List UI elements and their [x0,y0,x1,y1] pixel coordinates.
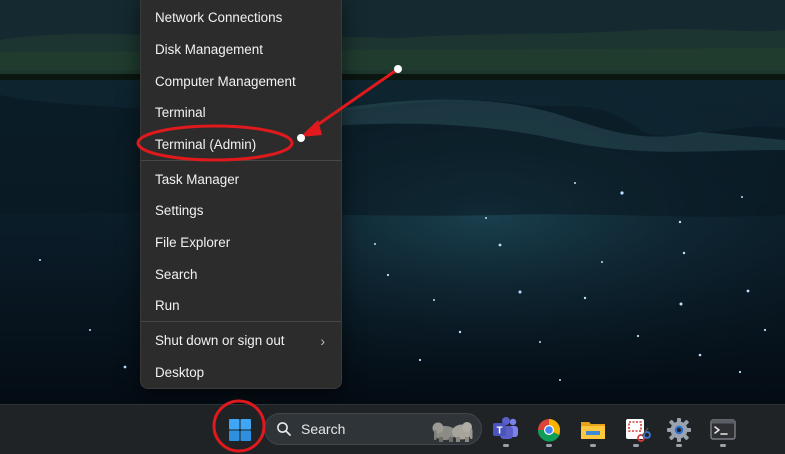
menu-item-disk-management[interactable]: Disk Management [155,38,331,62]
start-button[interactable] [221,411,259,449]
svg-text:T: T [496,426,502,437]
app-running-indicator [720,444,726,447]
menu-item-label: Shut down or sign out [155,333,285,348]
menu-item-desktop[interactable]: Desktop [155,361,331,385]
menu-item-terminal[interactable]: Terminal [155,101,331,125]
menu-separator [141,321,341,322]
menu-separator [141,160,341,161]
windows-logo-icon [229,419,251,441]
app-running-indicator [633,444,639,447]
taskbar-app-teams[interactable]: T [487,411,525,449]
app-running-indicator [676,444,682,447]
taskbar-app-chrome[interactable] [530,411,568,449]
menu-item-settings[interactable]: Settings [155,199,331,223]
search-icon [277,422,291,436]
search-label: Search [301,421,346,437]
taskbar-search-box[interactable]: Search [264,413,482,445]
menu-item-file-explorer[interactable]: File Explorer [155,231,331,255]
taskbar-app-terminal[interactable] [704,411,742,449]
chevron-right-icon: › [320,333,325,349]
taskbar-app-file-explorer[interactable] [574,411,612,449]
taskbar: Search T [0,404,785,454]
menu-item-network-connections[interactable]: Network Connections [155,6,331,30]
desktop-wallpaper [0,0,785,404]
start-context-menu: Network Connections Disk Management Comp… [140,0,342,389]
menu-item-terminal-admin[interactable]: Terminal (Admin) [155,133,331,157]
app-running-indicator [503,444,509,447]
menu-item-task-manager[interactable]: Task Manager [155,168,331,192]
search-highlight-elephants-icon [432,422,473,442]
menu-item-search[interactable]: Search [155,263,331,287]
lake-landscape-image [0,0,785,404]
menu-item-shut-down-or-sign-out[interactable]: Shut down or sign out › [155,329,331,353]
taskbar-app-snipping-tool[interactable] [617,411,655,449]
menu-item-run[interactable]: Run [155,294,331,318]
app-running-indicator [546,444,552,447]
app-running-indicator [590,444,596,447]
menu-item-computer-management[interactable]: Computer Management [155,70,331,94]
taskbar-app-settings[interactable] [660,411,698,449]
